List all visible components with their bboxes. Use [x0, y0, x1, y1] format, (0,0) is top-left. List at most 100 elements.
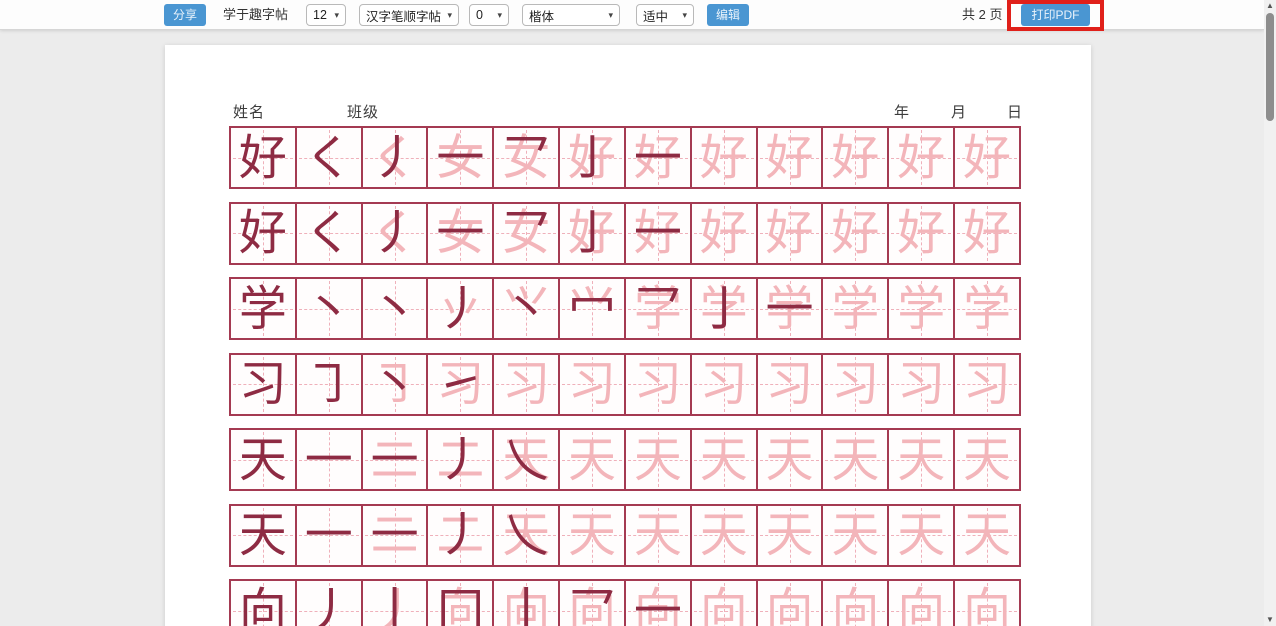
grid-cell: 好: [953, 204, 1019, 263]
stroke-character: 天: [231, 506, 295, 565]
grid-cell: 丿: [295, 581, 361, 626]
grid-cell: 向冂: [426, 581, 492, 626]
stroke-character: 一: [297, 506, 361, 565]
grid-cell: 好: [756, 128, 822, 187]
grid-cell: 学: [953, 279, 1019, 338]
trace-character: 习: [692, 355, 756, 414]
template-select[interactable]: 汉字笔顺字帖 ▾: [359, 4, 459, 26]
trace-character: 向: [692, 581, 756, 626]
trace-character: 天: [692, 506, 756, 565]
stroke-character: 丿: [428, 430, 492, 489]
stroke-character: 向: [231, 581, 295, 626]
grid-cell: 丿丨: [361, 581, 427, 626]
grid-cell: く丿: [361, 204, 427, 263]
grid-cell: 习: [953, 355, 1019, 414]
grid-cell: 向乛: [558, 581, 624, 626]
grid-cell: 天: [690, 506, 756, 565]
trace-character: 好: [692, 128, 756, 187]
trace-character: 天: [626, 430, 690, 489]
trace-character: 好: [758, 128, 822, 187]
grid-cell: 丷丿: [426, 279, 492, 338]
trace-character: 好: [758, 204, 822, 263]
grid-cell: 天乀: [492, 506, 558, 565]
grid-cell: 一: [295, 506, 361, 565]
trace-character: 向: [823, 581, 887, 626]
trace-character: 好: [823, 204, 887, 263]
grid-cell: ⺍丶: [492, 279, 558, 338]
vertical-scrollbar[interactable]: ▲ ▼: [1264, 0, 1276, 626]
grid-cell: 习: [558, 355, 624, 414]
grid-cell: ⺍冖: [558, 279, 624, 338]
trace-character: 天: [889, 430, 953, 489]
grid-cell: 天: [624, 506, 690, 565]
font-size-select[interactable]: 12 ▾: [306, 4, 346, 26]
stroke-character: 一: [363, 430, 427, 489]
scroll-up-icon[interactable]: ▲: [1264, 0, 1276, 12]
stroke-character: 丶: [363, 279, 427, 338]
stroke-character: 乛: [494, 128, 558, 187]
stroke-character: 亅: [560, 128, 624, 187]
grid-cell: 丶: [295, 279, 361, 338]
share-button[interactable]: 分享: [164, 4, 206, 26]
grid-cell: 一: [295, 430, 361, 489]
font-size-value: 12: [313, 8, 327, 22]
stroke-character: 乀: [494, 430, 558, 489]
page-count-label: 共 2 页: [962, 4, 1002, 26]
stroke-character: ㇆: [297, 355, 361, 414]
grid-cell: 女一: [426, 204, 492, 263]
edit-button[interactable]: 编辑: [707, 4, 749, 26]
trace-character: 习: [626, 355, 690, 414]
grid-cell: 习: [492, 355, 558, 414]
trace-character: 习: [823, 355, 887, 414]
trace-character: 天: [758, 506, 822, 565]
stroke-character: 好: [231, 204, 295, 263]
offset-value: 0: [476, 8, 483, 22]
density-select[interactable]: 适中 ▾: [636, 4, 694, 26]
grid-cell: 向: [690, 581, 756, 626]
font-family-value: 楷体: [529, 6, 554, 25]
font-family-select[interactable]: 楷体 ▾: [522, 4, 620, 26]
grid-cell: 好: [690, 128, 756, 187]
scrollbar-thumb[interactable]: [1266, 13, 1274, 121]
stroke-character: ㇀: [428, 355, 492, 414]
grid-cell: 丶丶: [361, 279, 427, 338]
grid-cell: 天: [756, 506, 822, 565]
grid-cell: 向: [231, 581, 295, 626]
stroke-character: く: [297, 128, 361, 187]
year-label: 年: [894, 101, 910, 122]
grid-cell: 天: [231, 506, 295, 565]
stroke-character: 一: [297, 430, 361, 489]
stroke-character: 乛: [626, 279, 690, 338]
grid-cell: 天: [887, 506, 953, 565]
stroke-character: 学: [231, 279, 295, 338]
trace-character: 习: [955, 355, 1019, 414]
grid-cell: 女乛: [492, 204, 558, 263]
chevron-down-icon: ▾: [334, 10, 339, 21]
grid-cell: 学亅: [690, 279, 756, 338]
trace-character: 天: [955, 506, 1019, 565]
trace-character: 天: [560, 506, 624, 565]
trace-character: 习: [560, 355, 624, 414]
grid-cell: 好: [953, 128, 1019, 187]
grid-cell: 二丿: [426, 430, 492, 489]
chevron-down-icon: ▾: [447, 10, 452, 21]
stroke-character: 亅: [692, 279, 756, 338]
grid-cell: 天: [887, 430, 953, 489]
grid-cell: 好: [887, 204, 953, 263]
stroke-character: 乛: [560, 581, 624, 626]
trace-character: 好: [955, 128, 1019, 187]
stroke-character: 丿: [363, 128, 427, 187]
practice-row-好: 好くく丿女一女乛好亅好一好好好好好: [229, 126, 1021, 189]
grid-cell: 二一: [361, 430, 427, 489]
grid-cell: 天: [821, 506, 887, 565]
grid-cell: 女乛: [492, 128, 558, 187]
grid-cell: 好一: [624, 128, 690, 187]
stroke-character: 一: [428, 204, 492, 263]
practice-row-向: 向丿丿丨向冂向丨向乛向一向向向向向: [229, 579, 1021, 626]
trace-character: 好: [823, 128, 887, 187]
trace-character: 天: [823, 430, 887, 489]
scroll-down-icon[interactable]: ▼: [1264, 614, 1276, 626]
print-pdf-button[interactable]: 打印PDF: [1021, 4, 1090, 26]
grid-cell: 学: [821, 279, 887, 338]
offset-select[interactable]: 0 ▾: [469, 4, 509, 26]
